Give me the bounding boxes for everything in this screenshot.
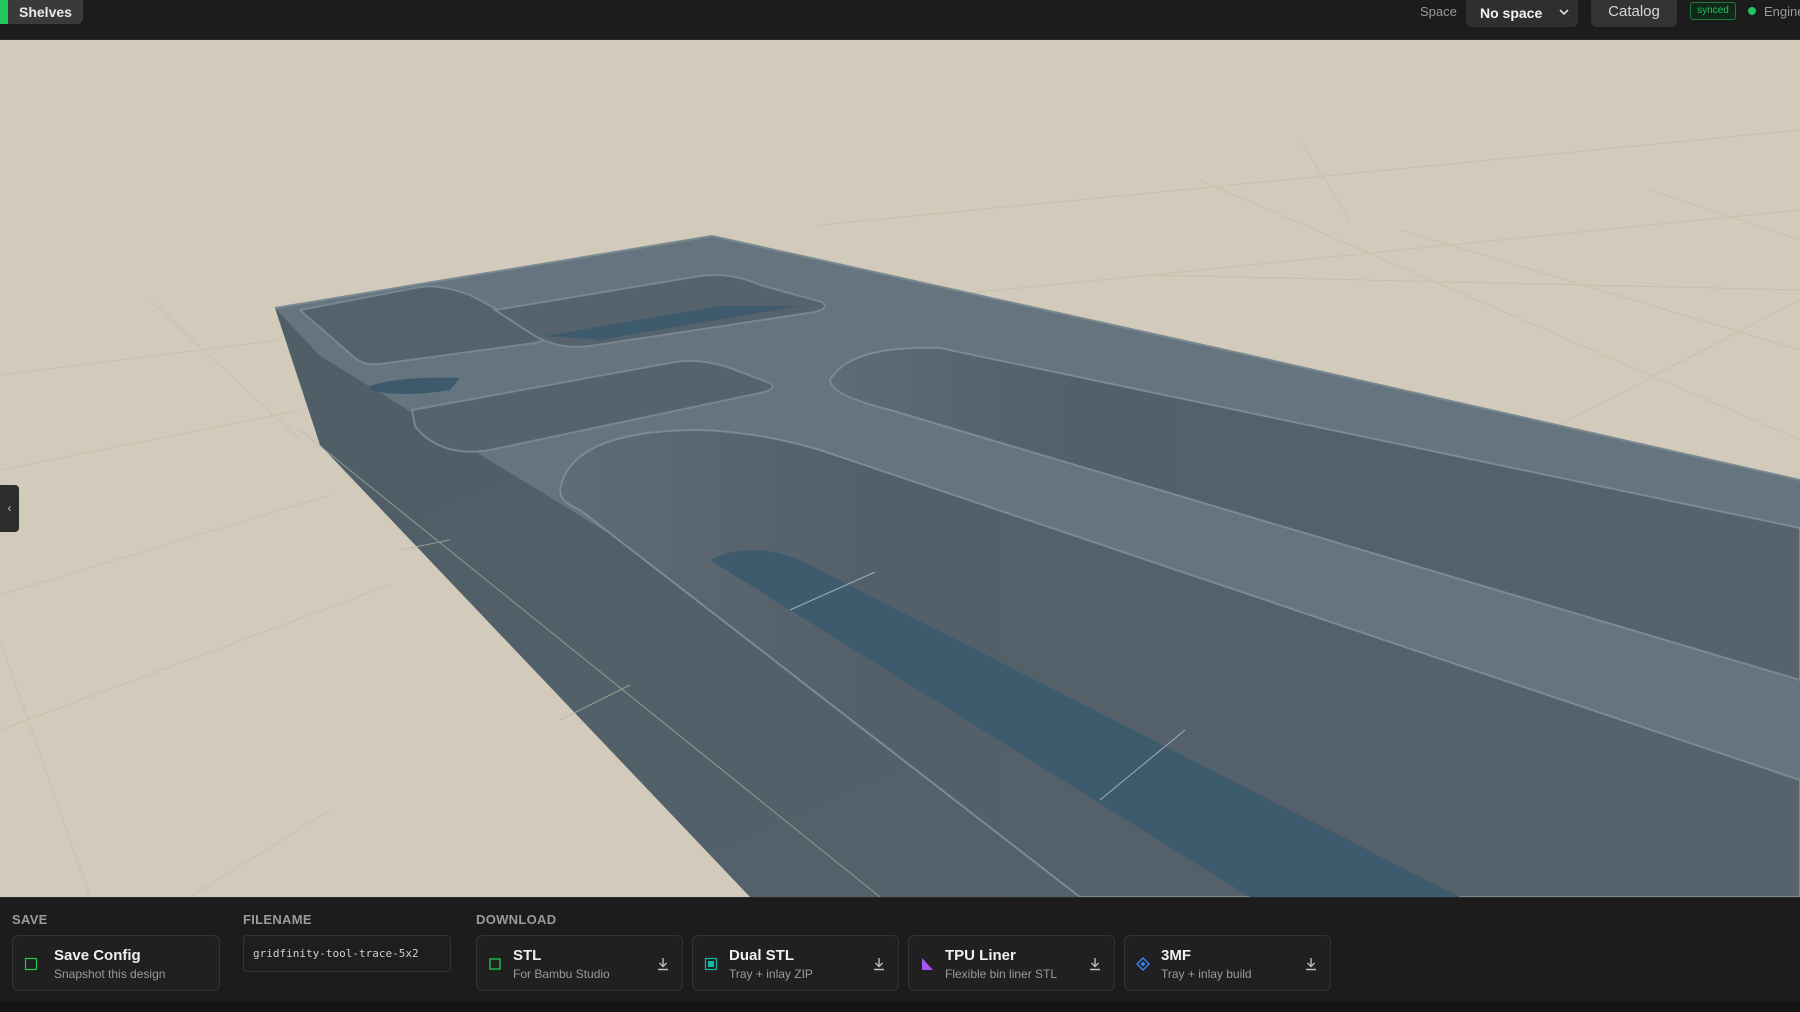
catalog-button[interactable]: Catalog — [1591, 0, 1677, 27]
sidebar-toggle-button[interactable]: ‹ — [0, 485, 19, 532]
chevron-down-icon — [1559, 9, 1569, 16]
download-tpu-liner-title: TPU Liner — [945, 947, 1016, 964]
shelves-tab[interactable]: Shelves — [8, 0, 83, 24]
green-square-icon — [489, 958, 501, 970]
download-icon — [874, 958, 884, 971]
download-dual-stl-subtitle: Tray + inlay ZIP — [729, 967, 813, 981]
purple-triangle-icon — [922, 958, 933, 970]
square-outline-icon — [24, 957, 38, 971]
space-label: Space — [1420, 4, 1457, 19]
save-config-button[interactable]: Save Config Snapshot this design — [12, 935, 220, 991]
filename-input[interactable] — [243, 935, 451, 972]
download-3mf-button[interactable]: 3MF Tray + inlay build — [1124, 935, 1331, 991]
brand-accent — [0, 0, 8, 24]
download-stl-title: STL — [513, 947, 542, 964]
teal-square-icon — [704, 957, 718, 971]
download-dual-stl-title: Dual STL — [729, 947, 795, 964]
download-3mf-title: 3MF — [1161, 947, 1191, 964]
export-panel: SAVE FILENAME DOWNLOAD Save Config Snaps… — [0, 897, 1800, 1012]
download-3mf-subtitle: Tray + inlay build — [1161, 967, 1252, 981]
download-icon — [1306, 958, 1316, 971]
space-select-value: No space — [1480, 5, 1543, 21]
download-dual-stl-button[interactable]: Dual STL Tray + inlay ZIP — [692, 935, 899, 991]
scene-render — [0, 40, 1800, 897]
download-icon — [658, 958, 668, 971]
download-section-label: DOWNLOAD — [476, 912, 557, 927]
download-stl-button[interactable]: STL For Bambu Studio — [476, 935, 683, 991]
top-bar: Shelves Space No space Catalog synced En… — [0, 0, 1800, 40]
sync-status-badge: synced — [1690, 2, 1736, 20]
download-stl-subtitle: For Bambu Studio — [513, 967, 610, 981]
blue-diamond-icon — [1136, 957, 1150, 971]
download-icon — [1090, 958, 1100, 971]
engine-status-label: Engine — [1764, 4, 1800, 19]
save-section-label: SAVE — [12, 912, 48, 927]
filename-section-label: FILENAME — [243, 912, 312, 927]
download-tpu-liner-subtitle: Flexible bin liner STL — [945, 967, 1058, 981]
3d-viewport[interactable]: ‹ — [0, 40, 1800, 897]
download-tpu-liner-button[interactable]: TPU Liner Flexible bin liner STL — [908, 935, 1115, 991]
status-strip — [0, 1002, 1800, 1012]
save-config-title: Save Config — [54, 947, 141, 964]
engine-status-dot — [1748, 7, 1756, 15]
space-select[interactable]: No space — [1466, 0, 1578, 27]
save-config-subtitle: Snapshot this design — [54, 967, 166, 981]
